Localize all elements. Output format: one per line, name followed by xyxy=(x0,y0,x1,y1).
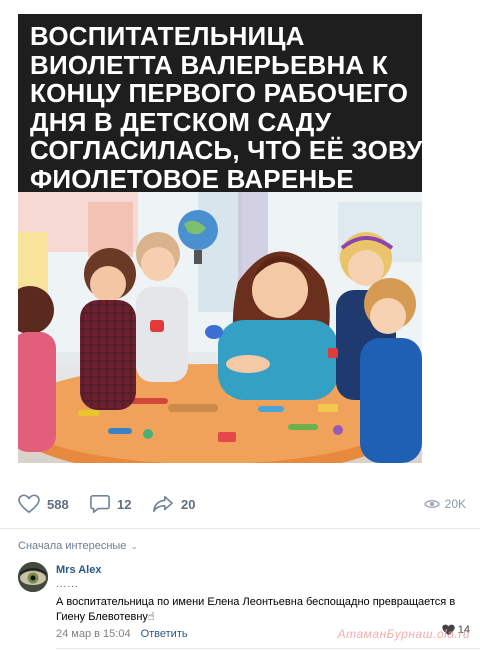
comment-icon xyxy=(90,495,110,513)
comment-meta: 24 мар в 15:04 Ответить xyxy=(56,628,188,640)
like-count: 588 xyxy=(47,496,69,512)
views-count: 20K xyxy=(444,497,466,511)
kindergarten-photo-illustration xyxy=(18,192,422,463)
avatar-image xyxy=(18,562,48,592)
comment-dots: ...... xyxy=(56,579,79,590)
headline-banner: ВОСПИТАТЕЛЬНИЦА ВИОЛЕТТА ВАЛЕРЬЕВНА К КО… xyxy=(18,14,439,194)
share-button[interactable]: 20 xyxy=(152,490,195,518)
headline-line: СОГЛАСИЛАСЬ, ЧТО ЕЁ ЗОВУТ xyxy=(30,135,439,165)
views-counter: 20K xyxy=(423,490,466,518)
divider xyxy=(0,528,480,529)
post-photo[interactable] xyxy=(18,192,422,463)
post-actions-bar: 588 12 20 20K xyxy=(0,490,480,518)
divider xyxy=(56,648,480,649)
comment-count: 12 xyxy=(117,496,132,512)
comment-text: А воспитательница по имени Елена Леонтье… xyxy=(56,596,456,623)
comment-button[interactable]: 12 xyxy=(90,490,131,518)
comment-date[interactable]: 24 мар в 15:04 xyxy=(56,628,131,640)
watermark: АтаманБурнаш.ola.ru xyxy=(337,627,470,641)
headline-line: ФИОЛЕТОВОЕ ВАРЕНЬЕ xyxy=(30,163,354,194)
headline-line: ВОСПИТАТЕЛЬНИЦА xyxy=(30,21,305,51)
share-count: 20 xyxy=(181,496,196,512)
reply-link[interactable]: Ответить xyxy=(141,628,188,640)
eye-icon xyxy=(423,500,440,508)
headline-line: ВИОЛЕТТА ВАЛЕРЬЕВНА К xyxy=(30,49,388,80)
chevron-down-icon: ⌄ xyxy=(130,540,138,551)
share-icon xyxy=(153,495,173,513)
comment-author[interactable]: Mrs Alex xyxy=(56,564,101,576)
headline-line: КОНЦУ ПЕРВОГО РАБОЧЕГО xyxy=(30,78,409,108)
headline-line: ДНЯ В ДЕТСКОМ САДУ xyxy=(30,106,332,137)
sort-label: Сначала интересные xyxy=(18,540,127,552)
heart-icon xyxy=(18,494,40,514)
comments-sort-dropdown[interactable]: Сначала интересные ⌄ xyxy=(18,540,138,552)
like-button[interactable]: 588 xyxy=(18,490,69,518)
avatar[interactable] xyxy=(18,562,48,592)
